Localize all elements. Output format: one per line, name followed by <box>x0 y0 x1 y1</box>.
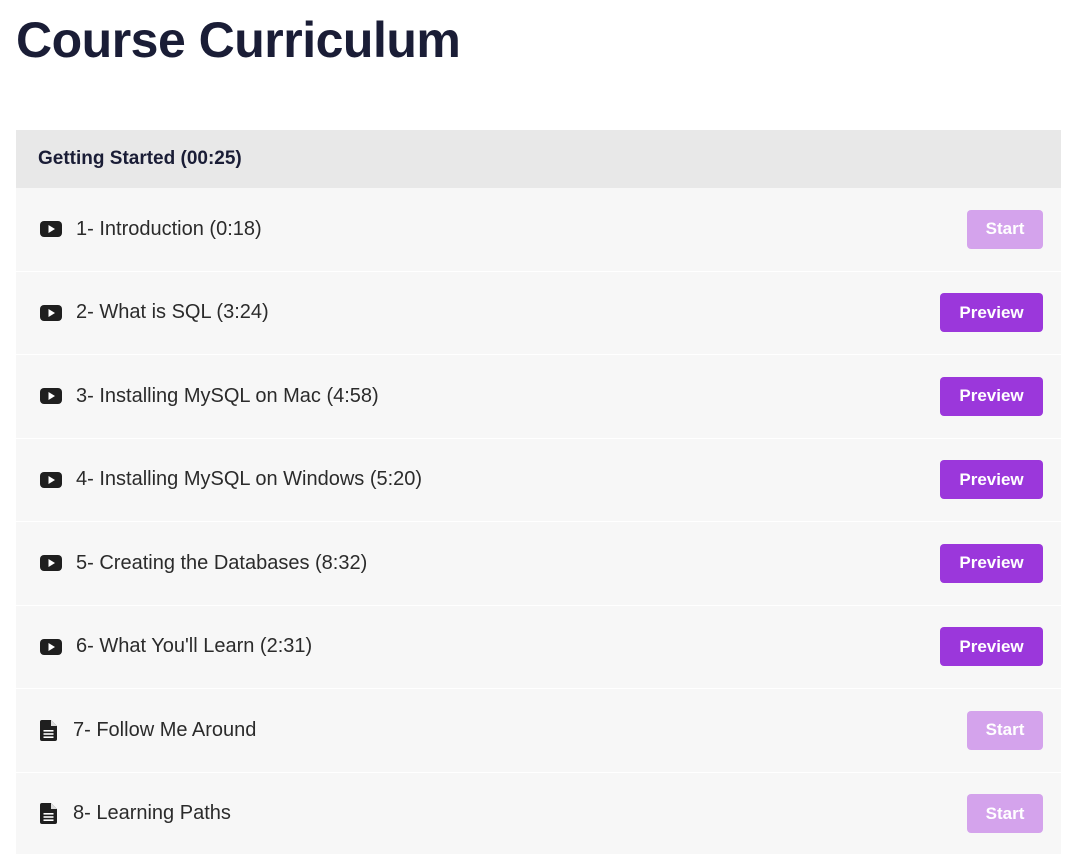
video-play-icon <box>40 388 68 405</box>
lecture-title: 6- What You'll Learn (2:31) <box>76 635 313 658</box>
video-play-icon <box>40 638 68 655</box>
video-play-icon <box>40 304 68 321</box>
start-button[interactable]: Start <box>967 710 1043 750</box>
lecture-title: 2- What is SQL (3:24) <box>76 301 269 324</box>
preview-button[interactable]: Preview <box>940 627 1043 667</box>
lecture-title: 3- Installing MySQL on Mac (4:58) <box>76 384 379 407</box>
start-button[interactable]: Start <box>967 209 1043 249</box>
preview-button[interactable]: Preview <box>940 460 1043 500</box>
section-header[interactable]: Getting Started (00:25) <box>16 130 1061 188</box>
lecture-row[interactable]: 8- Learning Paths Start <box>16 772 1061 854</box>
curriculum-section: Getting Started (00:25) 1- Introduction … <box>16 130 1061 854</box>
preview-button[interactable]: Preview <box>940 293 1043 333</box>
lecture-title: 7- Follow Me Around <box>73 718 257 741</box>
video-play-icon <box>40 471 68 488</box>
lecture-title: 4- Installing MySQL on Windows (5:20) <box>76 468 423 491</box>
lecture-row[interactable]: 3- Installing MySQL on Mac (4:58) Previe… <box>16 355 1061 439</box>
video-play-icon <box>40 555 68 572</box>
lecture-row[interactable]: 5- Creating the Databases (8:32) Preview <box>16 522 1061 606</box>
start-button[interactable]: Start <box>967 794 1043 834</box>
section-title: Getting Started (00:25) <box>38 148 242 169</box>
lecture-title: 8- Learning Paths <box>73 802 231 825</box>
lecture-row[interactable]: 2- What is SQL (3:24) Preview <box>16 271 1061 355</box>
document-icon <box>40 719 65 741</box>
lecture-row[interactable]: 4- Installing MySQL on Windows (5:20) Pr… <box>16 438 1061 522</box>
page-title: Course Curriculum <box>16 12 461 68</box>
video-play-icon <box>40 221 68 238</box>
preview-button[interactable]: Preview <box>940 376 1043 416</box>
lecture-title: 5- Creating the Databases (8:32) <box>76 551 368 574</box>
lecture-row[interactable]: 1- Introduction (0:18) Start <box>16 188 1061 272</box>
lecture-title: 1- Introduction (0:18) <box>76 217 262 240</box>
lecture-row[interactable]: 7- Follow Me Around Start <box>16 689 1061 773</box>
lecture-row[interactable]: 6- What You'll Learn (2:31) Preview <box>16 605 1061 689</box>
preview-button[interactable]: Preview <box>940 543 1043 583</box>
lecture-list: 1- Introduction (0:18) Start 2- What is … <box>16 188 1061 854</box>
document-icon <box>40 803 65 825</box>
course-curriculum-page: Course Curriculum Getting Started (00:25… <box>0 0 1080 854</box>
